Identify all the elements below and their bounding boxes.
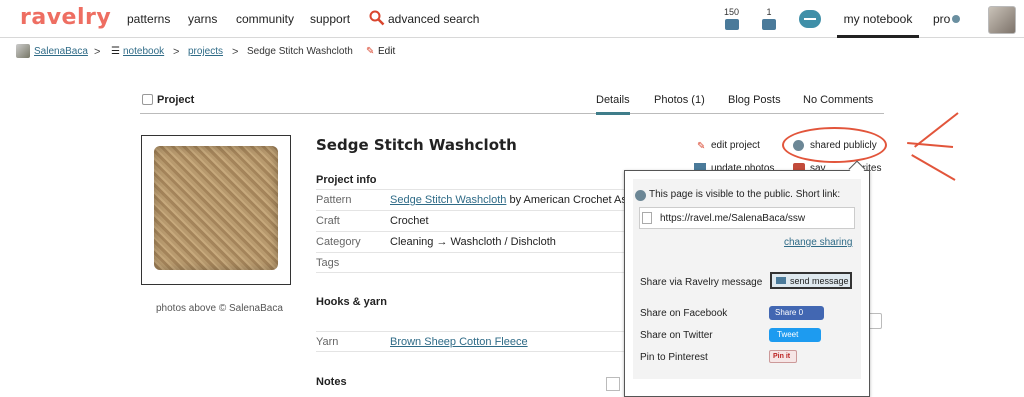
ravelry-logo[interactable]: ravelry xyxy=(20,5,111,30)
chevron-right-icon: > xyxy=(173,46,180,58)
nav-advanced-search[interactable]: advanced search xyxy=(388,12,479,26)
yarn-link[interactable]: Brown Sheep Cotton Fleece xyxy=(390,336,528,348)
project-icon xyxy=(142,94,153,105)
project-header: Project Details Photos (1) Blog Posts No… xyxy=(140,90,884,115)
breadcrumb-avatar xyxy=(16,44,30,58)
nav-community[interactable]: community xyxy=(236,12,294,26)
envelope-icon xyxy=(776,277,786,284)
notes-edit-icon[interactable] xyxy=(606,377,620,391)
breadcrumb-user[interactable]: SalenaBaca xyxy=(34,46,88,57)
pencil-icon[interactable]: ✎ xyxy=(366,46,374,57)
chevron-right-icon: > xyxy=(94,46,101,58)
category-key: Category xyxy=(316,236,361,248)
user-avatar[interactable] xyxy=(988,6,1016,34)
messages-icon[interactable] xyxy=(799,10,821,28)
tab-details[interactable]: Details xyxy=(596,94,630,115)
category-value: Cleaning → Washcloth / Dishcloth xyxy=(390,236,556,248)
pin-pinterest-label: Pin to Pinterest xyxy=(640,352,708,363)
nav-patterns[interactable]: patterns xyxy=(127,12,170,26)
annotation-circle xyxy=(782,127,887,163)
pattern-key: Pattern xyxy=(316,194,352,206)
list-icon: ☰ xyxy=(111,46,120,57)
edit-project-link[interactable]: edit project xyxy=(711,140,760,151)
globe-icon xyxy=(635,190,646,201)
sharing-popup: This page is visible to the public. Shor… xyxy=(624,170,870,397)
share-ravelry-label: Share via Ravelry message xyxy=(640,277,763,288)
craft-key: Craft xyxy=(316,215,340,227)
send-message-label: send message xyxy=(790,276,849,286)
info-row-craft: Craft Crochet xyxy=(316,210,626,231)
info-row-category: Category Cleaning → Washcloth / Dishclot… xyxy=(316,231,626,252)
yarn-key: Yarn xyxy=(316,336,339,348)
pattern-designer: by American Crochet Ass xyxy=(506,194,633,206)
tab-photos[interactable]: Photos (1) xyxy=(654,94,705,106)
short-link-text: https://ravel.me/SalenaBaca/ssw xyxy=(660,213,806,224)
stash-icon xyxy=(724,19,739,30)
send-message-button[interactable]: send message xyxy=(770,272,852,289)
info-row-tags: Tags xyxy=(316,252,626,273)
sharing-panel: This page is visible to the public. Shor… xyxy=(633,179,861,379)
photo-credit: photos above © SalenaBaca xyxy=(156,303,283,314)
project-photo-frame[interactable] xyxy=(141,135,291,285)
info-row-yarn: Yarn Brown Sheep Cotton Fleece xyxy=(316,331,626,352)
visibility-text: This page is visible to the public. Shor… xyxy=(649,189,841,200)
nav-yarns[interactable]: yarns xyxy=(188,12,217,26)
queue-count: 1 xyxy=(766,7,772,17)
nav-pro[interactable]: pro xyxy=(933,12,950,26)
breadcrumb-notebook[interactable]: notebook xyxy=(123,46,164,57)
hooks-yarn-heading: Hooks & yarn xyxy=(316,296,387,308)
stash-count-badge[interactable]: 150 xyxy=(724,7,739,30)
short-link-field[interactable]: https://ravel.me/SalenaBaca/ssw xyxy=(639,207,855,229)
breadcrumb-edit[interactable]: Edit xyxy=(378,46,395,57)
chevron-right-icon: > xyxy=(232,46,239,58)
search-icon[interactable] xyxy=(369,10,385,26)
pattern-link[interactable]: Sedge Stitch Washcloth xyxy=(390,194,506,206)
copy-icon[interactable] xyxy=(642,212,652,224)
breadcrumb-current: Sedge Stitch Washcloth xyxy=(247,46,353,57)
queue-count-badge[interactable]: 1 xyxy=(762,7,776,30)
queue-icon xyxy=(762,19,776,30)
project-info-heading: Project info xyxy=(316,174,377,186)
tab-comments[interactable]: No Comments xyxy=(803,94,873,106)
share-twitter-label: Share on Twitter xyxy=(640,330,713,341)
annotation-arrow-3 xyxy=(911,154,956,181)
edit-project-icon[interactable]: ✎ xyxy=(697,141,705,152)
nav-support[interactable]: support xyxy=(310,12,350,26)
info-row-pattern: Pattern Sedge Stitch Washcloth by Americ… xyxy=(316,189,632,210)
notes-heading: Notes xyxy=(316,376,347,388)
tags-key: Tags xyxy=(316,257,340,269)
craft-value: Crochet xyxy=(390,215,429,227)
top-nav: ravelry patterns yarns community support… xyxy=(0,0,1024,38)
pattern-value: Sedge Stitch Washcloth by American Croch… xyxy=(390,194,632,206)
breadcrumb-projects[interactable]: projects xyxy=(188,46,223,57)
tweet-button[interactable]: Tweet xyxy=(769,328,821,342)
pin-it-button[interactable]: Pin it xyxy=(769,350,797,363)
project-title: Sedge Stitch Washcloth xyxy=(316,136,517,154)
stash-count: 150 xyxy=(724,7,740,17)
facebook-share-button[interactable]: Share 0 xyxy=(769,306,824,320)
project-header-label: Project xyxy=(157,94,195,106)
tab-blog-posts[interactable]: Blog Posts xyxy=(728,94,781,106)
share-facebook-label: Share on Facebook xyxy=(640,308,728,319)
nav-my-notebook[interactable]: my notebook xyxy=(837,0,919,38)
pro-status-icon xyxy=(952,15,960,23)
washcloth-photo xyxy=(154,146,278,270)
change-sharing-link[interactable]: change sharing xyxy=(784,237,852,248)
